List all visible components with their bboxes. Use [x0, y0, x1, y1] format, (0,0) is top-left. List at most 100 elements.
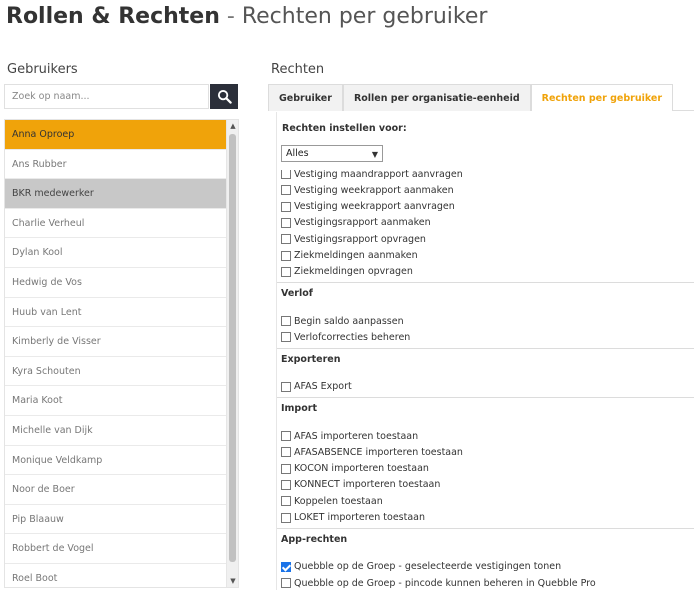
user-list-item[interactable]: Michelle van Dijk [5, 416, 226, 446]
set-for-label: Rechten instellen voor: [282, 123, 407, 134]
permission-label: Vestiging weekrapport aanvragen [294, 201, 455, 213]
user-search-input[interactable] [4, 84, 209, 109]
user-list-item[interactable]: Kyra Schouten [5, 357, 226, 387]
scroll-thumb[interactable] [229, 134, 236, 562]
permission-label: AFAS importeren toestaan [294, 430, 419, 442]
section-divider [277, 282, 694, 284]
user-list-item[interactable]: Anna Oproep [5, 120, 226, 150]
checkbox[interactable] [281, 201, 291, 212]
permissions-list: Vestiging maandrapport aanvragen Vestigin… [277, 170, 694, 590]
permission-label: KOCON importeren toestaan [294, 463, 429, 475]
scroll-up-icon[interactable]: ▲ [227, 120, 238, 132]
user-list-item[interactable]: Maria Koot [5, 386, 226, 416]
tab-gebruiker[interactable]: Gebruiker [268, 84, 343, 111]
user-list-item[interactable]: Charlie Verheul [5, 209, 226, 239]
user-list-scrollbar[interactable]: ▲ ▼ [226, 120, 238, 587]
permission-label: Ziekmeldingen aanmaken [294, 250, 418, 261]
permission-label: Verlofcorrecties beheren [294, 331, 411, 343]
checkbox[interactable] [281, 266, 291, 277]
user-list-item[interactable]: Huub van Lent [5, 298, 226, 328]
checkbox[interactable] [281, 316, 291, 327]
permission-item[interactable]: Vestiging maandrapport aanvragen [281, 170, 463, 182]
permission-item[interactable]: Ziekmeldingen aanmaken [281, 248, 418, 264]
checkbox[interactable] [281, 512, 291, 523]
checkbox[interactable] [281, 447, 291, 458]
search-button[interactable] [210, 84, 238, 109]
tab-rollen-per-organisatie-eenheid[interactable]: Rollen per organisatie-eenheid [342, 84, 531, 111]
user-list: Anna Oproep Ans Rubber BKR medewerker Charl… [4, 119, 239, 588]
rights-tabs: Gebruiker Rollen per organisatie-eenheid… [268, 84, 694, 111]
checkbox[interactable] [281, 578, 291, 589]
section-divider [277, 397, 694, 398]
checkbox[interactable] [281, 234, 291, 245]
permission-item[interactable]: AFASABSENCE importeren toestaan [281, 444, 463, 460]
user-list-item[interactable]: Noor de Boer [5, 475, 226, 505]
section-divider [277, 347, 694, 349]
permission-label: KONNECT importeren toestaan [294, 479, 441, 491]
checkbox[interactable] [281, 250, 291, 261]
permission-item[interactable]: Vestigingsrapport opvragen [281, 231, 426, 247]
checkbox[interactable] [281, 332, 291, 343]
section-title: Verlof [281, 288, 313, 300]
users-heading: Gebruikers [7, 62, 78, 77]
section-divider [277, 527, 694, 529]
checkbox[interactable] [281, 463, 291, 474]
permission-label: Ziekmeldingen opvragen [294, 266, 413, 278]
permission-label: Vestigingsrapport aanmaken [294, 217, 431, 229]
user-list-item[interactable]: Kimberly de Visser [5, 327, 226, 357]
section-title: App-rechten [281, 533, 348, 545]
permission-item[interactable]: Verlofcorrecties beheren [281, 329, 410, 345]
user-list-item[interactable]: Hedwig de Vos [5, 268, 226, 298]
permission-item[interactable]: AFAS importeren toestaan [281, 428, 418, 444]
checkbox[interactable] [281, 217, 291, 228]
permission-item[interactable]: KOCON importeren toestaan [281, 461, 429, 477]
user-list-item[interactable]: Roel Boot [5, 564, 226, 587]
rights-heading: Rechten [271, 62, 325, 77]
checkbox[interactable] [281, 381, 291, 392]
user-list-item[interactable]: Robbert de Vogel [5, 534, 226, 564]
checkbox[interactable] [281, 431, 291, 441]
permission-item[interactable]: Vestiging weekrapport aanvragen [281, 199, 455, 215]
permission-label: AFASABSENCE importeren toestaan [294, 446, 463, 458]
permission-item[interactable]: AFAS Export [281, 379, 352, 395]
user-list-item[interactable]: Monique Veldkamp [5, 446, 226, 476]
tab-rechten-per-gebruiker[interactable]: Rechten per gebruiker [530, 84, 674, 111]
scroll-down-icon[interactable]: ▼ [227, 575, 238, 587]
permission-label: Quebble op de Groep - geselecteerde vest… [294, 561, 562, 573]
permission-label: Quebble op de Groep - pincode kunnen beh… [294, 577, 596, 589]
page-title-sub: Rechten per gebruiker [241, 4, 488, 29]
section-title: Import [281, 403, 317, 414]
permission-item[interactable]: Vestigingsrapport aanmaken [281, 215, 431, 231]
checkbox[interactable] [281, 185, 291, 196]
permission-item[interactable]: Vestiging weekrapport aanmaken [281, 182, 454, 198]
permission-item[interactable]: LOKET importeren toestaan [281, 510, 425, 526]
user-list-item[interactable]: BKR medewerker [5, 179, 226, 209]
permission-item[interactable]: Quebble op de Groep - pincode kunnen beh… [281, 575, 596, 590]
checkbox[interactable] [281, 496, 291, 507]
permission-label: LOKET importeren toestaan [294, 512, 426, 523]
permission-label: Vestiging weekrapport aanmaken [294, 184, 454, 196]
user-list-item[interactable]: Pip Blaauw [5, 505, 226, 535]
page-title-main: Rollen & Rechten [6, 4, 220, 29]
section-title: Exporteren [281, 353, 341, 365]
user-list-item[interactable]: Ans Rubber [5, 150, 226, 180]
permission-item[interactable]: Ziekmeldingen opvragen [281, 264, 413, 280]
checkbox[interactable] [281, 170, 291, 179]
rights-panel: Rechten instellen voor: Alles ▼ Vestigin… [276, 112, 694, 590]
search-icon [217, 89, 232, 104]
user-list-items: Anna Oproep Ans Rubber BKR medewerker Charl… [5, 120, 226, 587]
permission-item[interactable]: KONNECT importeren toestaan [281, 477, 440, 493]
permission-item[interactable]: Quebble op de Groep - geselecteerde vest… [281, 559, 561, 575]
rights-filter-select[interactable]: Alles ▼ [281, 145, 383, 162]
permission-item[interactable]: Begin saldo aanpassen [281, 313, 404, 329]
checkbox-checked[interactable] [281, 561, 291, 572]
user-list-item[interactable]: Dylan Kool [5, 238, 226, 268]
permission-label: AFAS Export [294, 381, 352, 393]
chevron-down-icon: ▼ [371, 150, 378, 159]
page-title-separator: - [226, 4, 235, 29]
permission-label: Begin saldo aanpassen [294, 315, 404, 327]
page-title: Rollen & Rechten - Rechten per gebruiker [6, 4, 487, 29]
checkbox[interactable] [281, 479, 291, 490]
permission-item[interactable]: Koppelen toestaan [281, 493, 383, 509]
permission-label: Vestigingsrapport opvragen [294, 233, 426, 245]
